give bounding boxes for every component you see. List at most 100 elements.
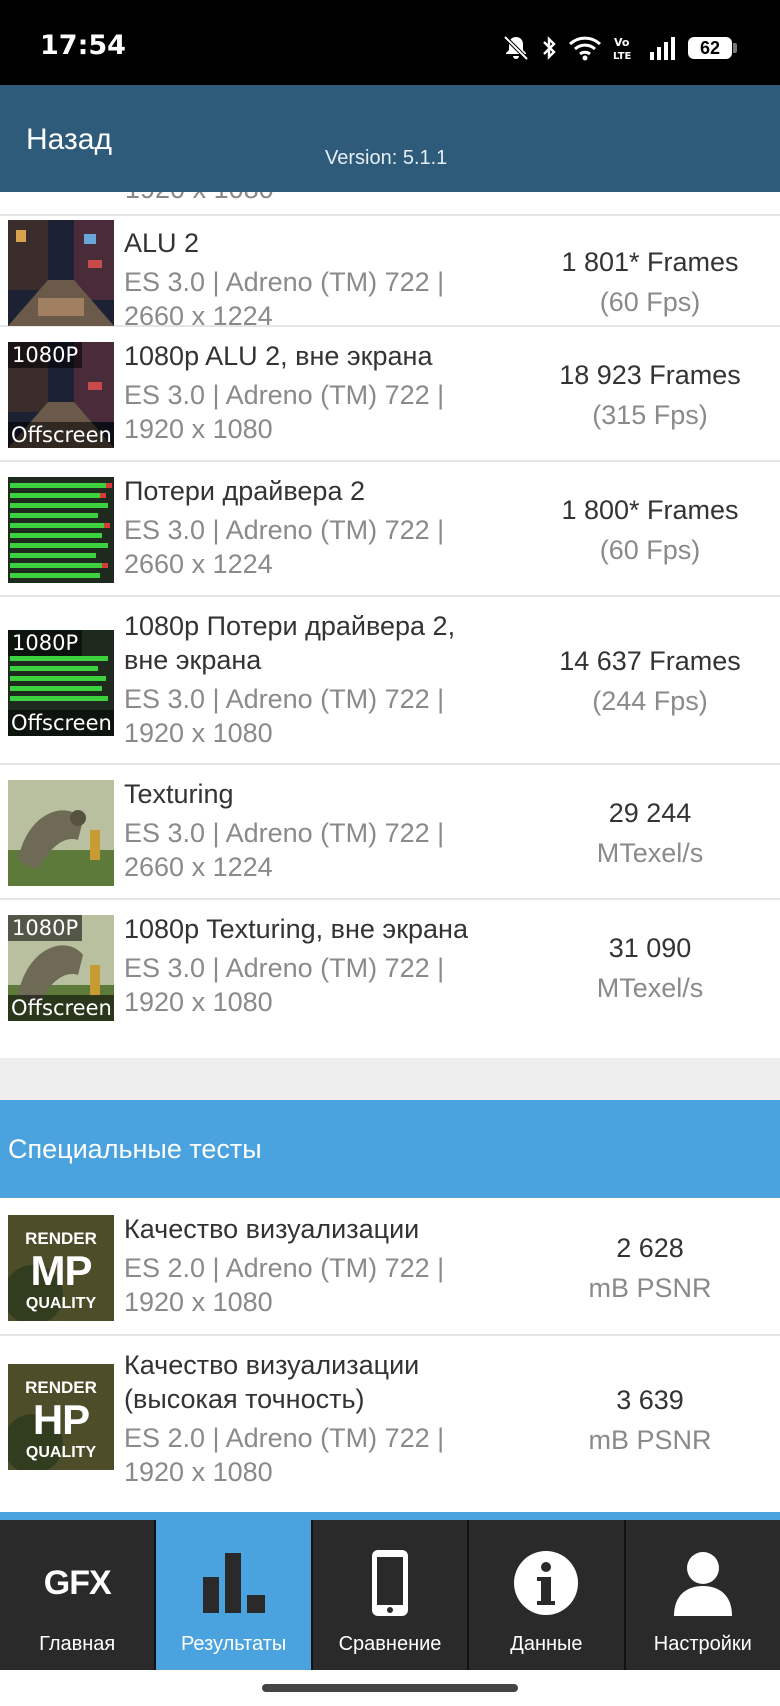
test-title: 1080p ALU 2, вне экрана: [124, 341, 433, 371]
icon-text-mid: HP: [32, 1396, 90, 1443]
test-title-line2: вне экрана: [124, 645, 262, 675]
signal-icon: [648, 34, 678, 62]
badge-1080p: 1080P: [8, 915, 83, 941]
test-resolution: 1920 x 1080: [124, 718, 273, 748]
test-resolution: 2660 x 1224: [124, 852, 273, 882]
render-quality-hp-icon: RENDER HP QUALITY: [8, 1364, 114, 1470]
icon-text-bottom: QUALITY: [25, 1444, 97, 1461]
test-resolution: 1920 x 1080: [124, 1287, 273, 1317]
list-item[interactable]: Потери драйвера 2 ES 3.0 | Adreno (TM) 7…: [0, 462, 780, 597]
test-result: 1 800* Frames: [561, 495, 739, 525]
back-button[interactable]: Назад: [26, 123, 112, 157]
user-icon: [626, 1548, 780, 1618]
section-title: Специальные тесты: [8, 1134, 262, 1164]
app-bar: Назад Version: 5.1.1: [0, 85, 780, 192]
render-quality-mp-icon: RENDER MP QUALITY: [8, 1215, 114, 1321]
test-result-fps: (315 Fps): [592, 400, 708, 430]
svg-text:Vo: Vo: [614, 36, 630, 49]
test-title: 1080p Texturing, вне экрана: [124, 914, 468, 944]
test-resolution: 1920 x 1080: [124, 1457, 273, 1487]
nav-label: Главная: [39, 1633, 116, 1655]
test-result: 14 637 Frames: [559, 646, 741, 676]
nav-label: Сравнение: [338, 1633, 442, 1655]
test-api: ES 3.0 | Adreno (TM) 722 |: [124, 684, 445, 714]
test-title: 1080p Потери драйвера 2,: [124, 611, 456, 641]
driver-overhead-offscreen-thumbnail-icon: 1080P Offscreen: [8, 630, 114, 736]
status-icons: Vo LTE 62: [502, 30, 737, 66]
test-api: ES 3.0 | Adreno (TM) 722 |: [124, 380, 445, 410]
bell-muted-icon: [502, 34, 530, 62]
list-item[interactable]: ALU 2 ES 3.0 | Adreno (TM) 722 | 2660 x …: [0, 215, 780, 331]
texturing-thumbnail-icon: [8, 780, 114, 886]
test-result: 2 628: [616, 1233, 684, 1263]
list-item[interactable]: 1080P Offscreen 1080p ALU 2, вне экрана …: [0, 327, 780, 462]
icon-text-bottom: QUALITY: [25, 1295, 97, 1312]
test-api: ES 2.0 | Adreno (TM) 722 |: [124, 1423, 445, 1453]
test-title-line2: (высокая точность): [124, 1384, 365, 1414]
test-resolution: 1920 x 1080: [124, 987, 273, 1017]
bottom-navigation: GFX Главная Результаты Сравнение Данные …: [0, 1520, 780, 1670]
test-result-unit: MTexel/s: [596, 973, 704, 1003]
status-bar: 17:54 Vo LTE 62: [0, 0, 780, 85]
test-api: ES 3.0 | Adreno (TM) 722 |: [124, 267, 445, 297]
gesture-handle[interactable]: [262, 1684, 518, 1692]
test-resolution: 2660 x 1224: [124, 549, 273, 579]
test-title: Потери драйвера 2: [124, 476, 365, 506]
list-item[interactable]: 1080P Offscreen 1080p Texturing, вне экр…: [0, 900, 780, 1058]
info-icon: [469, 1548, 623, 1618]
test-title: Качество визуализации: [124, 1214, 420, 1244]
alu-offscreen-thumbnail-icon: 1080P Offscreen: [8, 342, 114, 448]
test-result: 29 244: [608, 798, 692, 828]
test-api: ES 2.0 | Adreno (TM) 722 |: [124, 1253, 445, 1283]
list-item[interactable]: 1080P Offscreen 1080p Потери драйвера 2,…: [0, 597, 780, 765]
bluetooth-icon: [540, 34, 558, 62]
nav-label: Данные: [510, 1633, 583, 1655]
test-result-fps: (244 Fps): [592, 686, 708, 716]
bar-chart-icon: [156, 1548, 310, 1618]
alu-thumbnail-icon: [8, 220, 114, 326]
badge-1080p: 1080P: [8, 630, 83, 656]
badge-offscreen: Offscreen: [8, 995, 114, 1021]
test-result-unit: mB PSNR: [588, 1425, 712, 1455]
battery-icon: 62: [688, 37, 737, 59]
partial-row-text: 1920 x 1080: [125, 192, 274, 205]
list-item[interactable]: RENDER MP QUALITY Качество визуализации …: [0, 1200, 780, 1336]
results-list[interactable]: 1920 x 1080 ALU 2 ES 3.0 | Adreno (TM) 7…: [0, 192, 780, 1520]
test-title: Качество визуализации: [124, 1350, 420, 1380]
nav-label: Результаты: [180, 1633, 287, 1655]
version-label: Version: 5.1.1: [325, 147, 448, 169]
phone-icon: [313, 1548, 467, 1618]
nav-compare[interactable]: Сравнение: [313, 1520, 470, 1670]
nav-home[interactable]: GFX Главная: [0, 1520, 157, 1670]
icon-text-top: RENDER: [25, 1378, 97, 1397]
badge-1080p: 1080P: [8, 342, 83, 368]
list-item[interactable]: Texturing ES 3.0 | Adreno (TM) 722 | 266…: [0, 765, 780, 900]
texturing-offscreen-thumbnail-icon: 1080P Offscreen: [8, 915, 114, 1021]
badge-offscreen: Offscreen: [8, 710, 114, 736]
list-item[interactable]: RENDER HP QUALITY Качество визуализации …: [0, 1336, 780, 1506]
test-result: 3 639: [616, 1385, 684, 1415]
test-title: ALU 2: [124, 228, 200, 258]
volte-icon: Vo LTE: [612, 34, 638, 62]
test-result-unit: MTexel/s: [596, 838, 704, 868]
section-footer-strip: [0, 1512, 780, 1520]
badge-offscreen: Offscreen: [8, 422, 114, 448]
nav-results[interactable]: Результаты: [156, 1520, 313, 1670]
icon-text-top: RENDER: [25, 1229, 97, 1248]
gfx-icon-text: GFX: [43, 1563, 112, 1602]
gesture-area: [0, 1670, 780, 1706]
test-resolution: 1920 x 1080: [124, 414, 273, 444]
test-result-fps: (60 Fps): [599, 535, 701, 565]
nav-info[interactable]: Данные: [469, 1520, 626, 1670]
test-result: 1 801* Frames: [561, 247, 739, 277]
icon-text-mid: MP: [30, 1247, 93, 1294]
test-result: 18 923 Frames: [559, 360, 741, 390]
nav-label: Настройки: [653, 1633, 752, 1655]
section-header: Специальные тесты: [0, 1100, 780, 1198]
svg-text:LTE: LTE: [613, 51, 632, 62]
gfx-icon: GFX: [0, 1548, 154, 1618]
nav-settings[interactable]: Настройки: [626, 1520, 780, 1670]
wifi-icon: [568, 34, 602, 62]
test-title: Texturing: [124, 779, 234, 809]
status-time: 17:54: [40, 30, 126, 61]
